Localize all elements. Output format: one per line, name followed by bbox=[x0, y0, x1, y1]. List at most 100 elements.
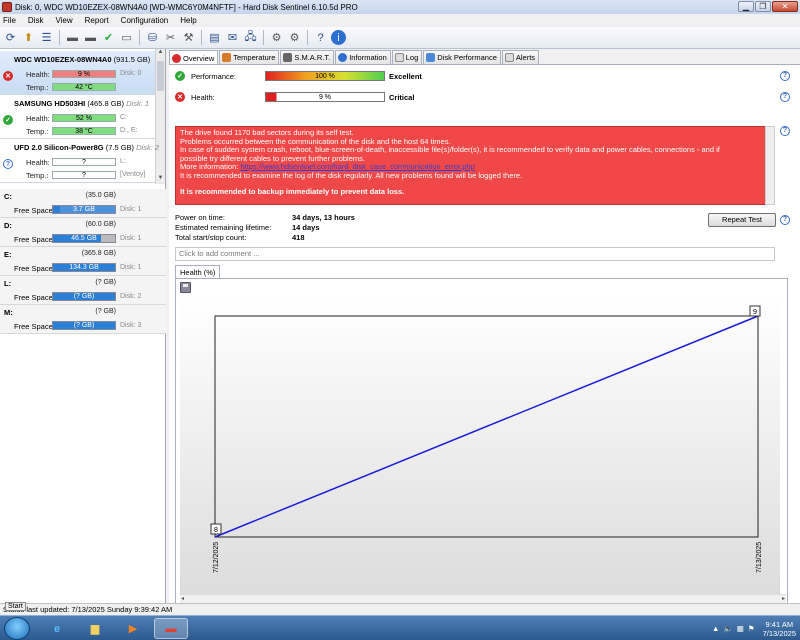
performance-bar: 100 % bbox=[265, 71, 385, 81]
taskbar: Start e ▆ ▶ ▬ ▲ 🔈 ▦ ⚑ 9:41 AM 7/13/2025 bbox=[0, 602, 800, 640]
health-label: Health: bbox=[26, 114, 50, 123]
report-icon[interactable]: ▤ bbox=[207, 30, 222, 45]
volume-letter: L: bbox=[4, 279, 12, 288]
tab-health-chart[interactable]: Health (%) bbox=[175, 265, 221, 279]
volume-list: [Ventoy] bbox=[120, 171, 146, 178]
temp-bar: ? bbox=[52, 171, 116, 179]
message-help-icon[interactable]: ? bbox=[780, 126, 790, 136]
maximize-button[interactable]: ❐ bbox=[755, 1, 771, 12]
close-button[interactable]: ✕ bbox=[772, 1, 798, 12]
health-verdict: Critical bbox=[389, 93, 415, 102]
health-bar: ? bbox=[52, 158, 116, 166]
health-help-icon[interactable]: ? bbox=[780, 92, 790, 102]
comment-input[interactable]: Click to add comment ... bbox=[175, 247, 775, 261]
volume-entry-e[interactable]: E: (365.8 GB) Free Space 134.3 GB Disk: … bbox=[0, 247, 166, 276]
performance-ok-icon: ✓ bbox=[175, 71, 185, 81]
performance-label: Performance: bbox=[191, 72, 237, 81]
disk-number: Disk: 0 bbox=[120, 70, 142, 77]
tab-log[interactable]: Log bbox=[391, 50, 423, 64]
status-bad-icon: ✕ bbox=[3, 71, 13, 81]
media-player-icon[interactable]: ▶ bbox=[116, 618, 150, 639]
repeat-test-button[interactable]: Repeat Test bbox=[708, 213, 776, 227]
wrench-icon[interactable]: ⚒ bbox=[181, 30, 196, 45]
volume-icon[interactable]: 🔈 bbox=[723, 624, 732, 633]
more-info-link[interactable]: https://www.hdsentinel.com/hard_disk_cas… bbox=[240, 162, 474, 171]
network-icon[interactable]: ▦ bbox=[737, 624, 744, 633]
message-line: It is recommended to examine the log of … bbox=[180, 170, 523, 180]
free-space-label: Free Space bbox=[14, 206, 53, 215]
tab-alerts[interactable]: Alerts bbox=[501, 50, 540, 64]
monitor-icon[interactable]: 🖧 bbox=[243, 30, 258, 45]
disk-number: Disk: 2 bbox=[136, 143, 160, 152]
disk-info-icon[interactable]: ⬆ bbox=[21, 30, 36, 45]
performance-verdict: Excellent bbox=[389, 72, 422, 81]
health-bar: 9 % bbox=[52, 70, 116, 78]
volume-disk: Disk: 1 bbox=[120, 264, 142, 271]
free-space-label: Free Space bbox=[14, 322, 53, 331]
disk-name: SAMSUNG HD503HI bbox=[14, 99, 86, 108]
title-bar: Disk: 0, WDC WD10EZEX-08WN4A0 [WD-WMC6Y0… bbox=[0, 0, 800, 14]
tab-information[interactable]: Information bbox=[335, 50, 391, 64]
disk-entry-1[interactable]: SAMSUNG HD503HI (465.8 GB) Disk: 1 ✓ Hea… bbox=[0, 95, 155, 139]
disk-entry-2[interactable]: UFD 2.0 Silicon-Power8G (7.5 GB) Disk: 2… bbox=[0, 139, 159, 183]
volume-entry-l[interactable]: L: (? GB) Free Space (? GB) Disk: 2 bbox=[0, 276, 166, 305]
tab-overview[interactable]: Overview bbox=[169, 50, 219, 65]
gear-icon[interactable]: ⚙ bbox=[269, 30, 284, 45]
free-space-bar: 46.5 GB bbox=[52, 234, 116, 243]
minimize-button[interactable]: ▁ bbox=[738, 1, 754, 12]
thermometer-icon bbox=[222, 53, 232, 62]
performance-icon bbox=[426, 53, 436, 62]
tab-disk-performance[interactable]: Disk Performance bbox=[423, 50, 501, 64]
mail-icon[interactable]: ✉ bbox=[225, 30, 240, 45]
repeat-help-icon[interactable]: ? bbox=[780, 215, 790, 225]
chart-scrollbar[interactable]: ◂ ▸ bbox=[180, 594, 786, 603]
flag-icon[interactable]: ⚑ bbox=[748, 624, 755, 633]
network-icon[interactable]: ⛁ bbox=[145, 30, 160, 45]
menu-icon[interactable]: ☰ bbox=[39, 30, 54, 45]
menu-file[interactable]: File bbox=[3, 16, 16, 25]
tab-temperature[interactable]: Temperature bbox=[219, 50, 280, 64]
folder-icon[interactable]: ▆ bbox=[78, 618, 112, 639]
x-tick-label: 7/13/2025 bbox=[756, 542, 763, 573]
menu-report[interactable]: Report bbox=[85, 16, 109, 25]
tab-smart[interactable]: S.M.A.R.T. bbox=[280, 50, 335, 64]
hd-sentinel-taskbar-icon[interactable]: ▬ bbox=[154, 618, 188, 639]
volume-entry-m[interactable]: M: (? GB) Free Space (? GB) Disk: 3 bbox=[0, 305, 166, 334]
menu-bar: File Disk View Report Configuration Help bbox=[0, 14, 800, 27]
volume-disk: Disk: 1 bbox=[120, 206, 142, 213]
volume-letter: E: bbox=[4, 250, 12, 259]
volume-size: (? GB) bbox=[95, 308, 116, 315]
disk-test-icon[interactable]: ▭ bbox=[119, 30, 134, 45]
help-icon[interactable]: ? bbox=[313, 30, 328, 45]
performance-help-icon[interactable]: ? bbox=[780, 71, 790, 81]
settings-icon[interactable]: ⚙ bbox=[287, 30, 302, 45]
startstop-value: 418 bbox=[292, 233, 305, 242]
disk-number: Disk: 1 bbox=[126, 99, 150, 108]
volume-entry-d[interactable]: D: (60.0 GB) Free Space 46.5 GB Disk: 1 bbox=[0, 218, 166, 247]
message-scrollbar[interactable] bbox=[765, 126, 775, 205]
disk-list-scrollbar[interactable]: ▲ ▼ bbox=[155, 49, 165, 184]
chart-plot-area: 8 7/12/2025 9 7/13/2025 bbox=[180, 297, 780, 597]
disk-entry-0[interactable]: WDC WD10EZEX-08WN4A0 (931.5 GB) ✕ Health… bbox=[0, 51, 155, 95]
menu-help[interactable]: Help bbox=[180, 16, 196, 25]
volume-entry-c[interactable]: C: (35.0 GB) Free Space 3.7 GB Disk: 1 bbox=[0, 189, 166, 218]
clock[interactable]: 9:41 AM 7/13/2025 bbox=[763, 620, 796, 638]
disk-icon[interactable]: ▬ bbox=[65, 30, 80, 45]
refresh-icon[interactable]: ⟳ bbox=[3, 30, 18, 45]
ie-icon[interactable]: e bbox=[40, 618, 74, 639]
app-icon bbox=[2, 2, 12, 12]
x-tick-label: 7/12/2025 bbox=[213, 542, 220, 573]
menu-disk[interactable]: Disk bbox=[28, 16, 44, 25]
health-bar: 52 % bbox=[52, 114, 116, 122]
temp-bar: 38 °C bbox=[52, 127, 116, 135]
tray-arrow-icon[interactable]: ▲ bbox=[712, 624, 719, 633]
menu-view[interactable]: View bbox=[55, 16, 72, 25]
lifetime-label: Estimated remaining lifetime: bbox=[175, 223, 272, 232]
save-icon[interactable] bbox=[180, 282, 191, 293]
info-icon[interactable]: i bbox=[331, 30, 346, 45]
start-button[interactable]: Start bbox=[4, 602, 30, 640]
menu-configuration[interactable]: Configuration bbox=[121, 16, 169, 25]
scissors-icon[interactable]: ✂ bbox=[163, 30, 178, 45]
disk-ok-icon[interactable]: ✔ bbox=[101, 30, 116, 45]
disk-check-icon[interactable]: ▬ bbox=[83, 30, 98, 45]
